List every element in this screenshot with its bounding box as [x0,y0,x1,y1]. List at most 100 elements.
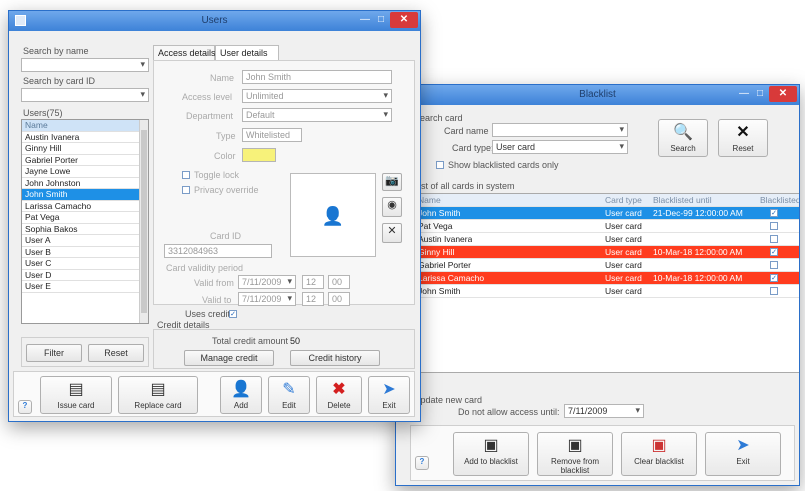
remove-from-blacklist-button[interactable]: ▣ Remove from blacklist [537,432,613,476]
reset-button-label: Reset [732,144,754,153]
users-list[interactable]: Name Austin Ivanera Ginny Hill Gabriel Port… [21,119,149,324]
cell-card-type: User card [605,208,642,218]
list-item[interactable]: Sophia Bakos [22,224,139,235]
blacklist-titlebar[interactable]: Blacklist — □ ✕ [396,85,799,105]
show-blacklisted-checkbox[interactable] [436,161,444,169]
close-button[interactable]: ✕ [769,86,797,102]
uses-credit-checkbox[interactable]: ✓ [229,310,237,318]
reset-button[interactable]: Reset [88,344,144,362]
list-item[interactable]: Larissa Camacho [22,201,139,212]
valid-to-minute[interactable]: 00 [328,292,350,306]
card-id-input[interactable]: 3312084963 [164,244,272,258]
col-until-header[interactable]: Blacklisted until [653,195,712,205]
department-select[interactable]: Default [242,108,392,122]
users-list-header[interactable]: Name [22,120,139,132]
valid-from-minute[interactable]: 00 [328,275,350,289]
list-item[interactable]: User C [22,258,139,270]
valid-from-date[interactable]: 7/11/2009 [238,275,296,289]
table-row[interactable]: John Smith User card 21-Dec-99 12:00:00 AM… [415,207,799,220]
users-scrollbar[interactable] [139,120,148,323]
cards-grid[interactable]: Name Card type Blacklisted until Blackli… [414,193,799,373]
blacklisted-checkbox[interactable]: ✓ [770,248,778,256]
color-swatch[interactable] [242,148,276,162]
remove-photo-button[interactable]: ✕ [382,223,402,243]
blacklisted-checkbox[interactable]: ✓ [770,274,778,282]
toggle-lock-checkbox[interactable] [182,171,190,179]
access-level-select[interactable]: Unlimited [242,89,392,103]
table-row[interactable]: Austin Ivanera User card [415,233,799,246]
filter-group: Filter Reset [21,337,149,367]
delete-button[interactable]: ✖ Delete [316,376,362,414]
table-row[interactable]: John Smith User card [415,285,799,298]
valid-to-date[interactable]: 7/11/2009 [238,292,296,306]
update-card-label: Update new card [414,395,483,405]
reset-button[interactable]: ✕ Reset [718,119,768,157]
list-item[interactable]: Jayne Lowe [22,166,139,178]
list-item[interactable]: Austin Ivanera [22,132,139,143]
issue-card-button[interactable]: ▤ Issue card [40,376,112,414]
tab-user-details[interactable]: User details [215,45,279,60]
exit-button[interactable]: ➤ Exit [368,376,410,414]
take-photo-button[interactable]: 📷 [382,173,402,191]
privacy-override-checkbox[interactable] [182,186,190,194]
tab-access-details[interactable]: Access details [153,45,216,60]
table-row[interactable]: Ginny Hill User card 10-Mar-18 12:00:00 AM… [415,246,799,259]
help-button[interactable]: ? [415,456,429,470]
close-button[interactable]: ✕ [390,12,418,28]
list-item[interactable]: User B [22,247,139,258]
filter-button[interactable]: Filter [26,344,82,362]
minimize-button[interactable]: — [737,86,751,102]
type-input[interactable]: Whitelisted [242,128,302,142]
blacklisted-checkbox[interactable] [770,222,778,230]
manage-credit-button[interactable]: Manage credit [184,350,274,366]
list-item[interactable]: User E [22,281,139,293]
col-blacklisted-header[interactable]: Blacklisted [760,195,799,205]
name-input[interactable]: John Smith [242,70,392,84]
add-to-blacklist-button[interactable]: ▣ Add to blacklist [453,432,529,476]
exit-button[interactable]: ➤ Exit [705,432,781,476]
list-item[interactable]: User D [22,270,139,281]
add-button[interactable]: 👤 Add [220,376,262,414]
clear-blacklist-button[interactable]: ▣ Clear blacklist [621,432,697,476]
cell-blacklisted-until: 10-Mar-18 12:00:00 AM [653,247,743,257]
blacklisted-checkbox[interactable] [770,261,778,269]
list-item[interactable]: John Johnston [22,178,139,189]
photo-placeholder-icon: 👤 [321,206,345,226]
list-item[interactable]: John Smith [22,189,139,201]
list-item[interactable]: Gabriel Porter [22,155,139,166]
list-item[interactable]: Ginny Hill [22,143,139,155]
list-item[interactable]: User A [22,235,139,247]
credit-history-button[interactable]: Credit history [290,350,380,366]
help-button[interactable]: ? [18,400,32,414]
maximize-button[interactable]: □ [374,12,388,28]
blacklisted-checkbox[interactable] [770,287,778,295]
table-row[interactable]: Gabriel Porter User card [415,259,799,272]
cell-name: Gabriel Porter [418,260,471,270]
card-type-select[interactable]: User card [492,140,628,154]
edit-button[interactable]: ✎ Edit [268,376,310,414]
search-button[interactable]: 🔍 Search [658,119,708,157]
card-name-label: Card name [444,126,489,136]
scroll-thumb[interactable] [141,130,147,313]
card-name-select[interactable] [492,123,628,137]
valid-to-hour[interactable]: 12 [302,292,324,306]
minimize-button[interactable]: — [358,12,372,28]
col-type-header[interactable]: Card type [605,195,642,205]
list-item[interactable]: Pat Vega [22,212,139,224]
name-label: Name [210,73,235,83]
cell-name: Ginny Hill [418,247,455,257]
col-name-header[interactable]: Name [418,195,441,205]
search-by-name-input[interactable] [21,58,149,72]
blacklisted-checkbox[interactable]: ✓ [770,209,778,217]
cell-card-type: User card [605,273,642,283]
do-not-allow-date[interactable]: 7/11/2009 [564,404,644,418]
table-row[interactable]: Pat Vega User card [415,220,799,233]
table-row[interactable]: Larissa Camacho User card 10-Mar-18 12:00:… [415,272,799,285]
maximize-button[interactable]: □ [753,86,767,102]
search-by-card-input[interactable] [21,88,149,102]
users-titlebar[interactable]: Users — □ ✕ [9,11,420,31]
valid-from-hour[interactable]: 12 [302,275,324,289]
blacklisted-checkbox[interactable] [770,235,778,243]
replace-card-button[interactable]: ▤ Replace card [118,376,198,414]
webcam-button[interactable]: ◉ [382,197,402,217]
